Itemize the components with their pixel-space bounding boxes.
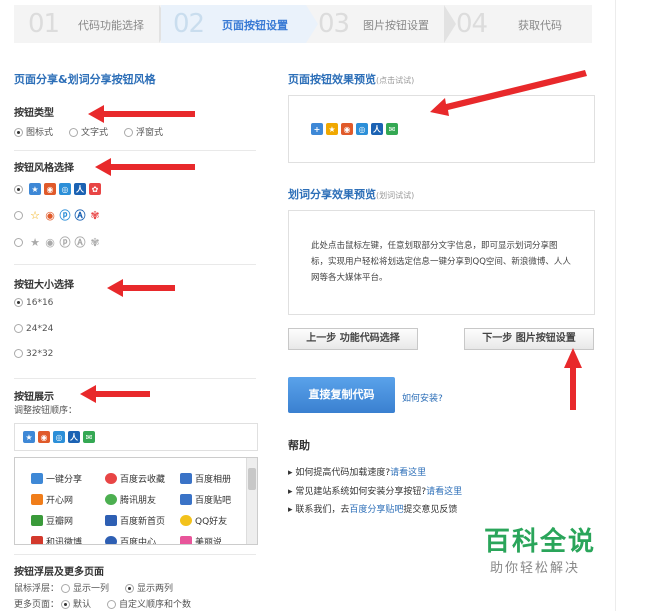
arrow-annotation [88,105,195,123]
arrow-annotation [107,279,175,297]
arrow-annotation [80,385,150,403]
watermark-slogan: 助你轻松解决 [490,561,581,576]
arrow-annotation [564,348,582,410]
arrow-annotation [95,158,195,176]
arrow-annotation [430,70,587,116]
watermark-logo: 百科全说 [484,527,597,557]
annotation-arrows [80,70,587,410]
